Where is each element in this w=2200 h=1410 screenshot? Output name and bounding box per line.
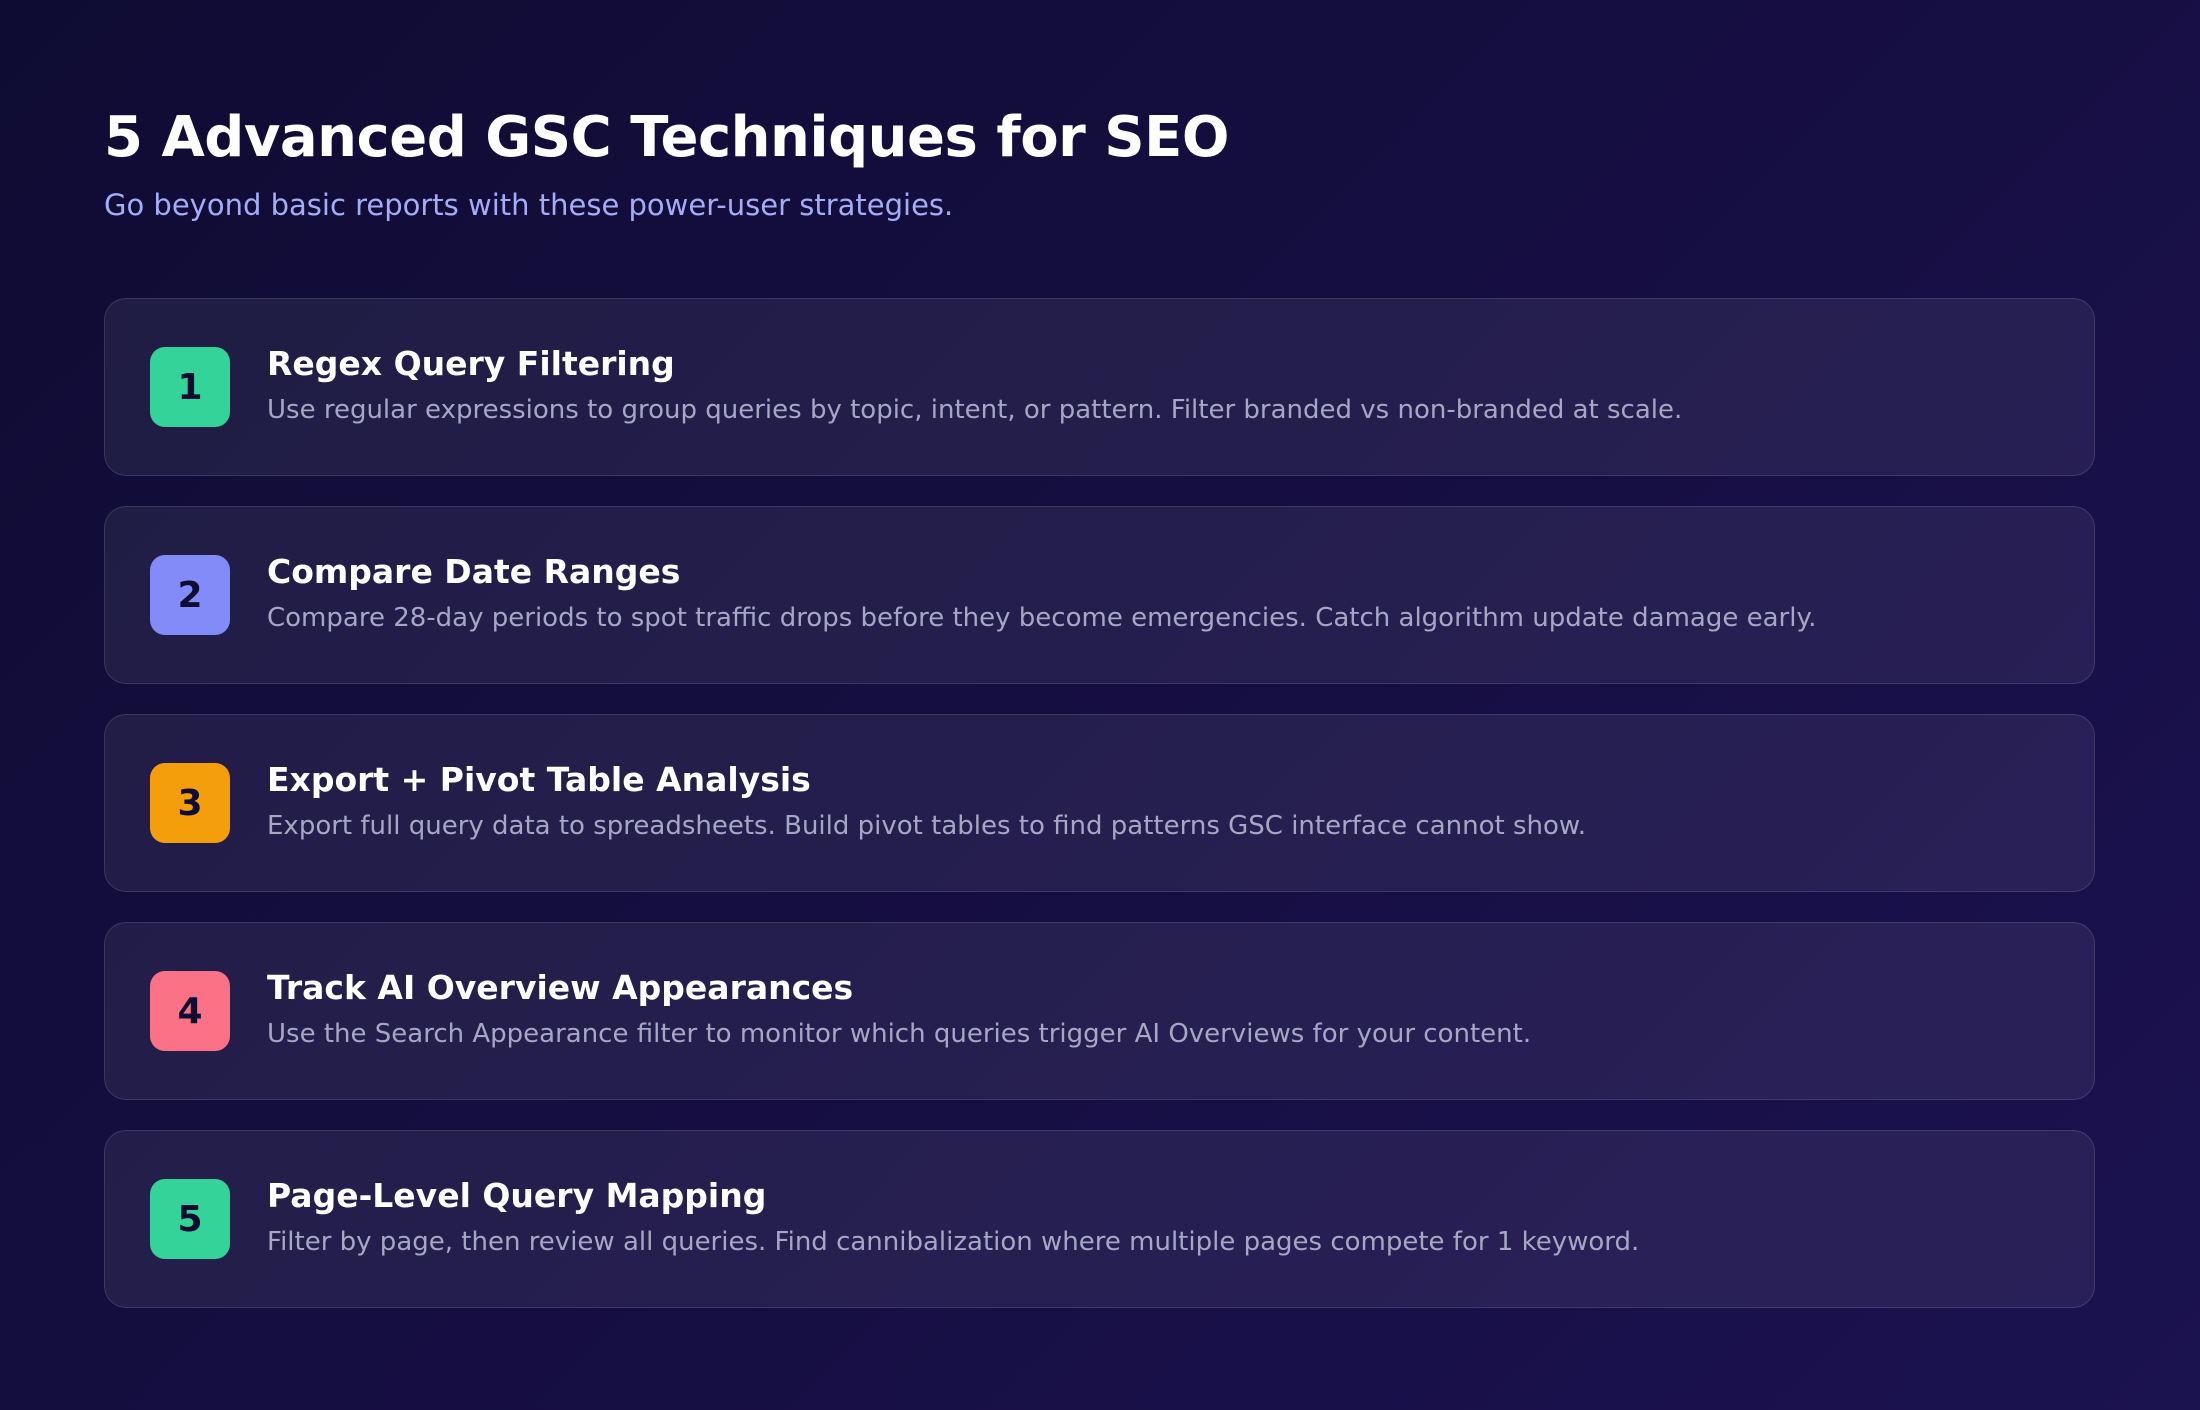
technique-list: 1 Regex Query Filtering Use regular expr…: [104, 298, 2096, 1308]
technique-title: Track AI Overview Appearances: [267, 968, 854, 1007]
page-title: 5 Advanced GSC Techniques for SEO: [104, 105, 1229, 170]
technique-card-5: 5 Page-Level Query Mapping Filter by pag…: [104, 1130, 2095, 1308]
technique-title: Compare Date Ranges: [267, 552, 681, 591]
technique-text: Compare Date Ranges Compare 28-day perio…: [267, 551, 1816, 635]
technique-text: Track AI Overview Appearances Use the Se…: [267, 967, 1531, 1051]
technique-card-2: 2 Compare Date Ranges Compare 28-day per…: [104, 506, 2095, 684]
technique-card-3: 3 Export + Pivot Table Analysis Export f…: [104, 714, 2095, 892]
technique-card-1: 1 Regex Query Filtering Use regular expr…: [104, 298, 2095, 476]
technique-description: Compare 28-day periods to spot traffic d…: [267, 603, 1817, 633]
technique-description: Use regular expressions to group queries…: [267, 395, 1683, 425]
number-badge: 5: [150, 1179, 230, 1259]
number-badge: 2: [150, 555, 230, 635]
technique-title: Page-Level Query Mapping: [267, 1176, 767, 1215]
technique-title: Regex Query Filtering: [267, 344, 675, 383]
technique-description: Use the Search Appearance filter to moni…: [267, 1019, 1532, 1049]
technique-text: Export + Pivot Table Analysis Export ful…: [267, 759, 1586, 843]
number-badge: 4: [150, 971, 230, 1051]
number-badge: 1: [150, 347, 230, 427]
technique-text: Page-Level Query Mapping Filter by page,…: [267, 1175, 1639, 1259]
technique-title: Export + Pivot Table Analysis: [267, 760, 811, 799]
technique-description: Export full query data to spreadsheets. …: [267, 811, 1587, 841]
page: 5 Advanced GSC Techniques for SEO Go bey…: [0, 0, 2200, 1410]
number-badge: 3: [150, 763, 230, 843]
technique-description: Filter by page, then review all queries.…: [267, 1227, 1640, 1257]
technique-card-4: 4 Track AI Overview Appearances Use the …: [104, 922, 2095, 1100]
page-subtitle: Go beyond basic reports with these power…: [104, 188, 954, 222]
technique-text: Regex Query Filtering Use regular expres…: [267, 343, 1682, 427]
